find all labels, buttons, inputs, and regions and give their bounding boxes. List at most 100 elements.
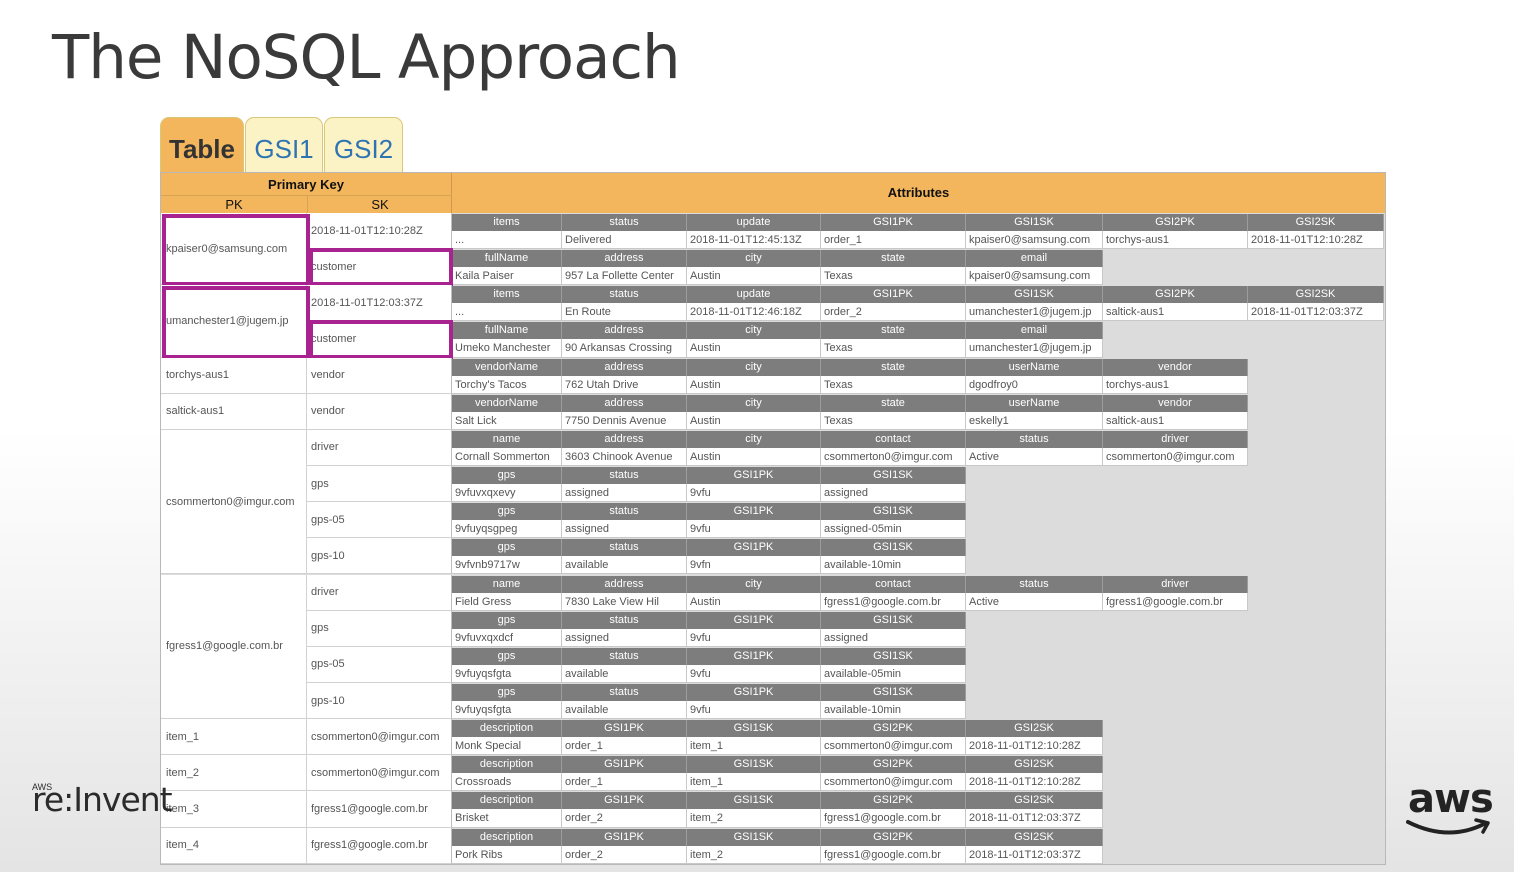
sort-key-cell: csommerton0@imgur.com bbox=[307, 719, 452, 756]
attribute-value-cell: available bbox=[562, 700, 687, 720]
attribute-name-cell: gps bbox=[452, 467, 562, 485]
attribute-name-cell: vendor bbox=[1103, 394, 1248, 412]
attribute-name-cell: status bbox=[966, 430, 1103, 448]
attribute-name-cell: state bbox=[821, 394, 966, 412]
attribute-value-cell: order_1 bbox=[821, 231, 966, 250]
attribute-name-cell: GSI1PK bbox=[687, 467, 821, 485]
attribute-name-cell: state bbox=[821, 358, 966, 376]
attribute-value-cell: saltick-aus1 bbox=[1103, 303, 1248, 322]
attribute-name-cell: gps bbox=[452, 503, 562, 521]
attribute-value-cell: order_2 bbox=[562, 809, 687, 828]
attribute-name-cell: GSI1SK bbox=[687, 792, 821, 810]
attribute-name-cell: GSI1SK bbox=[966, 286, 1103, 304]
attribute-value-cell: fgress1@google.com.br bbox=[1103, 592, 1248, 611]
attribute-value-cell: torchys-aus1 bbox=[1103, 231, 1248, 250]
attribute-name-cell: GSI2PK bbox=[1103, 214, 1248, 231]
attribute-value-cell: 2018-11-01T12:10:28Z bbox=[966, 773, 1103, 792]
attributes-header: Attributes bbox=[452, 173, 1385, 213]
attribute-name-cell: fullName bbox=[452, 250, 562, 268]
attribute-name-cell: gps bbox=[452, 683, 562, 701]
attribute-name-cell: gps bbox=[452, 611, 562, 629]
attribute-name-cell: GSI2SK bbox=[966, 792, 1103, 810]
attribute-value-cell: 9vfuyqsfgta bbox=[452, 700, 562, 720]
slide-title: The NoSQL Approach bbox=[52, 22, 681, 93]
attribute-value-cell: Austin bbox=[687, 267, 821, 286]
attribute-name-cell: city bbox=[687, 358, 821, 376]
tab-gsi2[interactable]: GSI2 bbox=[324, 117, 403, 173]
attribute-value-cell: Texas bbox=[821, 339, 966, 358]
attribute-name-cell: GSI2SK bbox=[966, 720, 1103, 738]
attribute-name-cell: userName bbox=[966, 394, 1103, 412]
partition-key-cell: torchys-aus1 bbox=[161, 357, 307, 394]
attribute-name-cell: GSI1SK bbox=[821, 467, 966, 485]
attribute-value-cell: Austin bbox=[687, 411, 821, 430]
attribute-name-cell: GSI1SK bbox=[687, 756, 821, 774]
attribute-value-cell: 9vfuvxqxdcf bbox=[452, 628, 562, 647]
attribute-value-cell: Austin bbox=[687, 339, 821, 358]
attribute-value-cell: 2018-11-01T12:45:13Z bbox=[687, 231, 821, 250]
attribute-name-cell: GSI1SK bbox=[966, 214, 1103, 231]
attribute-value-cell: Torchy's Tacos bbox=[452, 375, 562, 394]
attribute-name-cell: GSI1PK bbox=[821, 214, 966, 231]
attribute-value-cell: 9vfuyqsfgta bbox=[452, 664, 562, 683]
attribute-value-cell: assigned bbox=[562, 520, 687, 539]
attribute-name-cell: GSI1PK bbox=[562, 756, 687, 774]
attribute-value-cell: 2018-11-01T12:03:37Z bbox=[966, 809, 1103, 828]
data-table: Primary Key PK SK Attributes kpaiser0@sa… bbox=[160, 172, 1386, 865]
attribute-name-cell: description bbox=[452, 792, 562, 810]
sort-key-cell: gps bbox=[307, 466, 452, 503]
sort-key-cell: vendor bbox=[307, 393, 452, 430]
sort-key-cell: vendor bbox=[307, 357, 452, 394]
attribute-value-cell: 2018-11-01T12:10:28Z bbox=[1248, 231, 1384, 250]
attribute-value-cell: En Route bbox=[562, 303, 687, 322]
attribute-name-cell: driver bbox=[1103, 430, 1248, 448]
attribute-value-cell: kpaiser0@samsung.com bbox=[966, 231, 1103, 250]
attribute-name-cell: GSI1SK bbox=[687, 828, 821, 846]
attribute-name-cell: GSI2PK bbox=[821, 720, 966, 738]
attribute-name-cell: GSI1SK bbox=[821, 611, 966, 629]
attribute-value-cell: 9vfu bbox=[687, 520, 821, 539]
attribute-value-cell: csommerton0@imgur.com bbox=[821, 447, 966, 467]
attribute-name-cell: GSI2SK bbox=[966, 756, 1103, 774]
attribute-value-cell: Austin bbox=[687, 447, 821, 467]
attribute-value-cell: available-10min bbox=[821, 556, 966, 575]
attribute-value-cell: Cornall Sommerton bbox=[452, 447, 562, 467]
attribute-name-cell: GSI2PK bbox=[821, 792, 966, 810]
attribute-name-cell: GSI1PK bbox=[687, 539, 821, 557]
primary-key-label: Primary Key bbox=[268, 177, 344, 192]
attribute-name-cell: vendorName bbox=[452, 394, 562, 412]
attribute-value-cell: Texas bbox=[821, 411, 966, 430]
attribute-value-cell: saltick-aus1 bbox=[1103, 411, 1248, 430]
attribute-name-cell: address bbox=[562, 358, 687, 376]
attribute-name-cell: items bbox=[452, 286, 562, 304]
attribute-value-cell: 9vfu bbox=[687, 664, 821, 683]
attribute-name-cell: address bbox=[562, 394, 687, 412]
attribute-name-cell: fullName bbox=[452, 322, 562, 340]
attribute-name-cell: GSI1SK bbox=[821, 647, 966, 665]
attribute-value-cell: Umeko Manchester bbox=[452, 339, 562, 358]
tab-gsi1[interactable]: GSI1 bbox=[245, 117, 323, 173]
attribute-name-cell: update bbox=[687, 286, 821, 304]
attribute-name-cell: status bbox=[562, 539, 687, 557]
attribute-value-cell: fgress1@google.com.br bbox=[821, 592, 966, 611]
attribute-value-cell: umanchester1@jugem.jp bbox=[966, 339, 1103, 358]
attribute-value-cell: 7750 Dennis Avenue bbox=[562, 411, 687, 430]
attribute-value-cell: 2018-11-01T12:10:28Z bbox=[966, 737, 1103, 756]
attribute-name-cell: city bbox=[687, 394, 821, 412]
attribute-name-cell: state bbox=[821, 322, 966, 340]
tab-table[interactable]: Table bbox=[160, 117, 244, 173]
attribute-name-cell: update bbox=[687, 214, 821, 231]
attribute-value-cell: Austin bbox=[687, 375, 821, 394]
partition-key-cell: item_4 bbox=[161, 827, 307, 864]
attribute-name-cell: GSI1SK bbox=[687, 720, 821, 738]
pk-column-header: PK bbox=[161, 195, 307, 213]
attribute-value-cell: 2018-11-01T12:03:37Z bbox=[1248, 303, 1384, 322]
attribute-name-cell: GSI1PK bbox=[562, 828, 687, 846]
sort-key-cell: fgress1@google.com.br bbox=[307, 791, 452, 828]
sort-key-cell: gps-05 bbox=[307, 646, 452, 683]
attribute-value-cell: Texas bbox=[821, 267, 966, 286]
attribute-name-cell: contact bbox=[821, 575, 966, 593]
attribute-value-cell: ... bbox=[452, 303, 562, 322]
sort-key-cell: fgress1@google.com.br bbox=[307, 827, 452, 864]
attribute-name-cell: status bbox=[562, 647, 687, 665]
